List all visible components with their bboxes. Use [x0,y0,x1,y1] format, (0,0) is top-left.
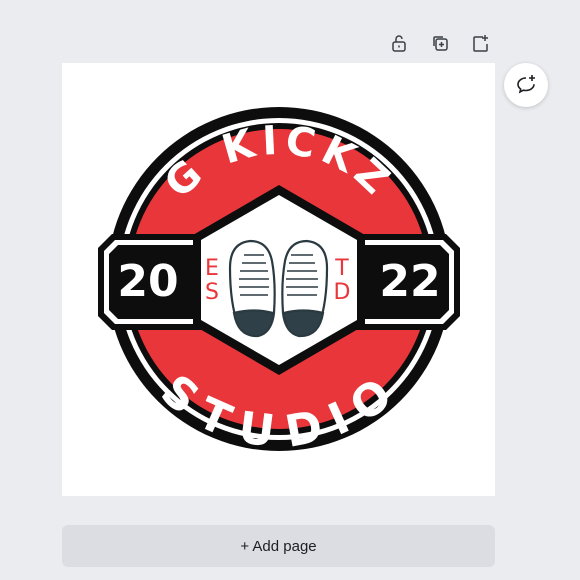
unlock-icon[interactable] [388,32,410,54]
g-kickz-logo[interactable]: G KICKZ STUDIO 20 22 E S T D [62,63,495,496]
add-page-button[interactable]: + Add page [62,525,495,567]
logo-est-right-2: D [334,280,351,305]
comment-add-icon [517,75,535,94]
logo-year-left: 20 [117,256,178,307]
logo-est-left: E [205,256,219,281]
add-comment-button[interactable] [504,63,548,107]
logo-est-left-2: S [205,280,219,305]
logo-year-right: 22 [379,256,440,307]
duplicate-page-icon[interactable] [429,32,451,54]
design-page[interactable]: G KICKZ STUDIO 20 22 E S T D [62,63,495,496]
logo-est-right: T [334,256,349,281]
add-page-icon[interactable] [469,32,491,54]
